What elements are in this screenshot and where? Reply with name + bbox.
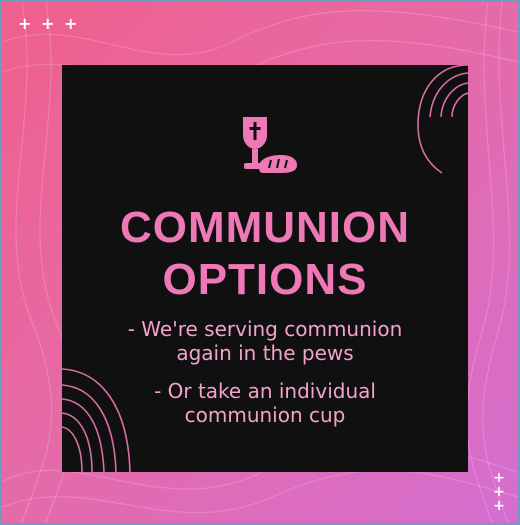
communion-chalice-bread-icon [235,115,299,179]
plus-decoration-top: + + + [18,14,80,33]
plus-mark: + [493,484,505,500]
bullet-1-line-1: - We're serving communion [127,317,403,341]
bullet-1-line-2: again in the pews [176,341,354,365]
bullet-2-line-1: - Or take an individual [154,379,376,403]
bullet-2-line-2: communion cup [184,403,346,427]
social-post-frame: + + + + + + COMMUNION OPTIONS - We're se… [0,0,520,525]
plus-mark: + [493,498,505,514]
plus-decoration-bottom-right: + + + [492,471,506,513]
plus-mark: + [493,470,505,486]
page-title-line-1: COMMUNION [119,203,411,252]
page-title-line-2: OPTIONS [162,255,368,304]
announcement-card: COMMUNION OPTIONS - We're serving commun… [62,65,468,472]
